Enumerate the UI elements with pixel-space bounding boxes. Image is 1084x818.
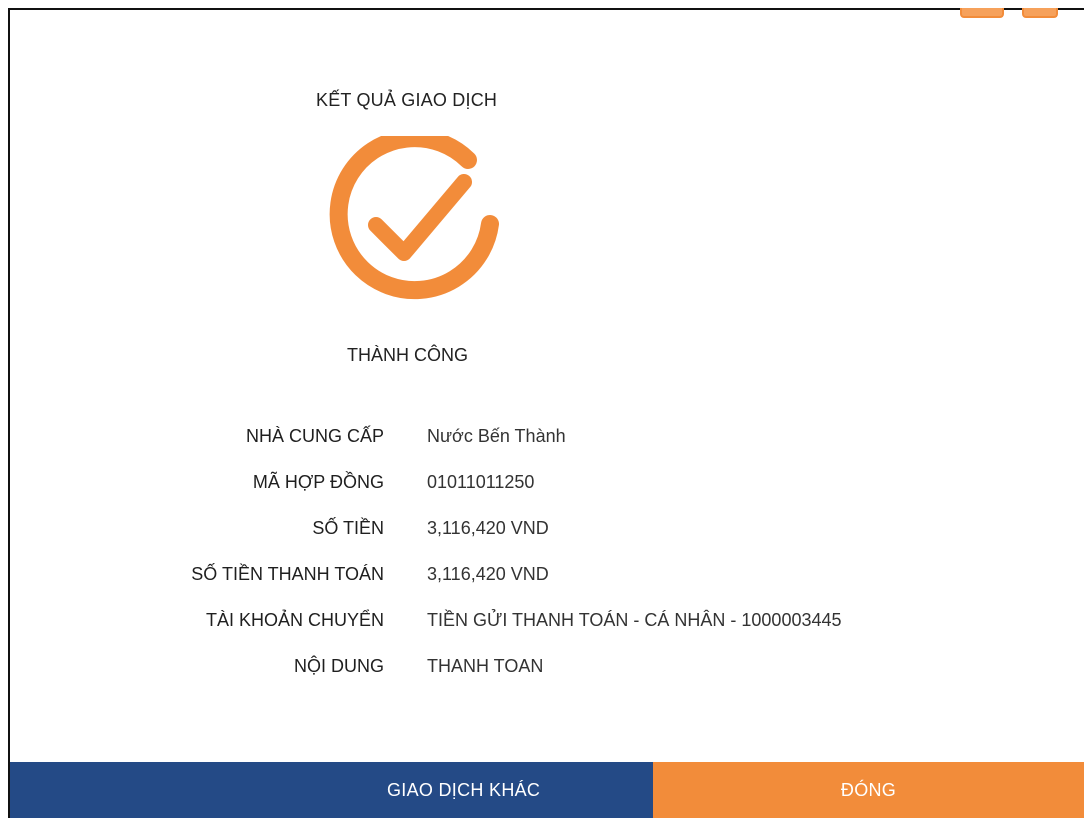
close-button[interactable]: ĐÓNG — [653, 762, 1084, 818]
detail-value: TIỀN GỬI THANH TOÁN - CÁ NHÂN - 10000034… — [427, 610, 842, 630]
detail-value: Nước Bến Thành — [427, 426, 566, 446]
detail-label: NỘI DUNG — [294, 656, 384, 676]
detail-label: TÀI KHOẢN CHUYỂN — [205, 610, 384, 630]
detail-row-content: NỘI DUNG THANH TOAN — [160, 650, 920, 696]
result-dialog — [8, 8, 1084, 818]
detail-row-paid-amount: SỐ TIỀN THANH TOÁN 3,116,420 VND — [160, 558, 920, 604]
status-text: THÀNH CÔNG — [347, 345, 468, 365]
detail-row-source-account: TÀI KHOẢN CHUYỂN TIỀN GỬI THANH TOÁN - C… — [160, 604, 920, 650]
detail-row-provider: NHÀ CUNG CẤP Nước Bến Thành — [160, 420, 920, 466]
success-check-circle-icon — [324, 129, 508, 320]
other-transaction-button[interactable]: GIAO DỊCH KHÁC — [10, 762, 653, 818]
corner-tab-left — [960, 8, 1004, 18]
detail-label: MÃ HỢP ĐỒNG — [252, 472, 384, 492]
detail-value: 3,116,420 VND — [427, 564, 549, 584]
detail-label: NHÀ CUNG CẤP — [245, 426, 384, 446]
detail-label: SỐ TIỀN — [312, 518, 384, 538]
detail-label: SỐ TIỀN THANH TOÁN — [191, 564, 384, 584]
detail-value: THANH TOAN — [427, 656, 544, 676]
page-title: KẾT QUẢ GIAO DỊCH — [316, 90, 498, 110]
detail-row-contract: MÃ HỢP ĐỒNG 01011011250 — [160, 466, 920, 512]
top-corner-controls — [960, 8, 1084, 18]
dialog-footer: GIAO DỊCH KHÁC ĐÓNG — [10, 762, 1084, 818]
detail-value: 3,116,420 VND — [427, 518, 549, 538]
corner-tab-right — [1022, 8, 1058, 18]
detail-value: 01011011250 — [427, 472, 535, 492]
detail-row-amount: SỐ TIỀN 3,116,420 VND — [160, 512, 920, 558]
transaction-details: NHÀ CUNG CẤP Nước Bến Thành MÃ HỢP ĐỒNG … — [160, 420, 920, 696]
